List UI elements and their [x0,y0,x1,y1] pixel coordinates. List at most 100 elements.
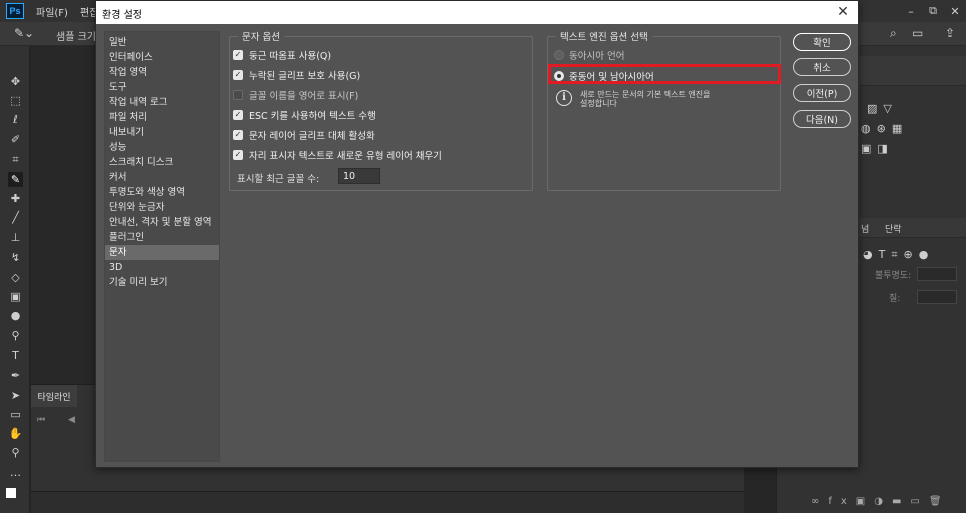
hand-tool-icon[interactable]: ✋ [8,426,23,441]
checkbox-box[interactable]: ✓ [233,110,243,120]
category-item[interactable]: 작업 영역 [105,65,219,80]
checkbox-label: 문자 레이어 글리프 대체 활성화 [249,131,375,142]
checkbox-placeholder-text[interactable]: ✓ 자리 표시자 텍스트로 새로운 유형 레이어 채우기 [233,148,442,162]
category-item[interactable]: 성능 [105,140,219,155]
minimize-icon[interactable]: – [900,0,922,22]
search-icon[interactable]: ⌕ [890,26,897,41]
dialog-title: 환경 설정 [102,10,142,21]
radio-button[interactable] [554,50,564,60]
checkbox-label: 자리 표시자 텍스트로 새로운 유형 레이어 채우기 [249,151,442,162]
fill-label: 칠: [889,294,901,304]
checkbox-font-names-english[interactable]: 글꼴 이름을 영어로 표시(F) [233,88,358,102]
share-icon[interactable]: ⇪ [945,26,955,40]
adjustment-icons-row1[interactable]: ▨▽ [867,102,898,115]
more-tools-icon[interactable]: … [8,465,23,480]
gradient-tool-icon[interactable]: ▣ [8,289,23,304]
checkbox-box[interactable]: ✓ [233,150,243,160]
category-item[interactable]: 투명도와 색상 영역 [105,185,219,200]
photoshop-logo: Ps [6,3,24,19]
timeline-footer [31,491,744,513]
eyedropper-tool-icon[interactable]: ✎ [8,172,23,187]
radio-east-asian[interactable]: 동아시아 언어 [554,48,624,62]
category-item[interactable]: 단위와 눈금자 [105,200,219,215]
layer-filter-icons[interactable]: ◕T⌗⊕● [863,248,934,262]
tab-timeline[interactable]: 타임라인 [31,385,77,407]
category-item[interactable]: 일반 [105,35,219,50]
category-item[interactable]: 플러그인 [105,230,219,245]
text-engine-legend: 텍스트 엔진 옵션 선택 [560,32,648,43]
prev-button[interactable]: 이전(P) [793,84,851,102]
menu-file[interactable]: 파일(F) [36,4,68,19]
category-item[interactable]: 파일 처리 [105,110,219,125]
tools-panel: ✥ ⬚ ℓ ✐ ⌗ ✎ ✚ ╱ ⊥ ↯ ◇ ▣ ● ⚲ T ✒ ➤ ▭ ✋ ⚲ … [0,46,30,513]
category-item[interactable]: 내보내기 [105,125,219,140]
radio-label: 동아시아 언어 [569,51,625,62]
recent-fonts-label: 표시할 최근 글꼴 수: [237,174,320,185]
checkbox-box[interactable] [233,90,243,100]
path-select-tool-icon[interactable]: ➤ [8,388,23,403]
blur-tool-icon[interactable]: ● [8,308,23,323]
checkbox-box[interactable]: ✓ [233,70,243,80]
crop-tool-icon[interactable]: ⌗ [8,152,23,167]
restore-icon[interactable]: ⧉ [922,0,944,22]
cancel-button[interactable]: 취소 [793,58,851,76]
foreground-color-swatch[interactable] [6,488,16,498]
dodge-tool-icon[interactable]: ⚲ [8,328,23,343]
info-icon: i [556,90,572,106]
recent-fonts-input[interactable] [338,168,380,184]
checkbox-label: 글꼴 이름을 영어로 표시(F) [249,91,359,102]
brush-tool-icon[interactable]: ╱ [8,210,23,225]
fill-field[interactable] [917,290,957,304]
zoom-tool-icon[interactable]: ⚲ [8,445,23,460]
workspace-icon[interactable]: ▭ [912,26,923,40]
window-controls: – ⧉ ✕ [900,0,966,22]
checkbox-glyph-alternates[interactable]: ✓ 문자 레이어 글리프 대체 활성화 [233,128,375,142]
marquee-tool-icon[interactable]: ⬚ [8,93,23,108]
eraser-tool-icon[interactable]: ◇ [8,270,23,285]
checkbox-esc-commit-text[interactable]: ✓ ESC 키를 사용하여 텍스트 수행 [233,108,376,122]
lasso-tool-icon[interactable]: ℓ [8,112,23,127]
checkbox-box[interactable]: ✓ [233,130,243,140]
category-item[interactable]: 문자 [105,245,219,260]
close-icon[interactable]: ✕ [834,3,852,21]
category-item[interactable]: 도구 [105,80,219,95]
text-engine-info: 새로 만드는 문서의 기본 텍스트 엔진을 설정합니다 [580,90,711,108]
highlight-annotation-box [548,64,781,84]
category-item[interactable]: 스크래치 디스크 [105,155,219,170]
preferences-category-list: 일반 인터페이스 작업 영역 도구 작업 내역 로그 파일 처리 내보내기 성능 스크래치 디스… [104,31,220,462]
move-tool-icon[interactable]: ✥ [8,74,23,89]
checkbox-label: 누락된 글리프 보호 사용(G) [249,71,361,82]
adjustment-icons-row2[interactable]: ◍⊛▦ [861,122,908,135]
category-item[interactable]: 커서 [105,170,219,185]
category-item[interactable]: 안내선, 격자 및 분할 영역 [105,215,219,230]
category-item[interactable]: 3D [105,260,219,275]
next-button[interactable]: 다음(N) [793,110,851,128]
checkbox-label: 둥근 따옴표 사용(Q) [249,51,332,62]
category-item[interactable]: 작업 내역 로그 [105,95,219,110]
preferences-dialog: 환경 설정 ✕ 일반 인터페이스 작업 영역 도구 작업 내역 로그 파일 처리 내보내기 성… [95,0,859,468]
ok-button[interactable]: 확인 [793,33,851,51]
text-options-legend: 문자 옵션 [242,32,280,43]
checkbox-smart-quotes[interactable]: ✓ 둥근 따옴표 사용(Q) [233,48,331,62]
close-app-icon[interactable]: ✕ [944,0,966,22]
sample-size-label: 샘플 크기 [56,32,96,43]
opacity-field[interactable] [917,267,957,281]
tab-paragraph[interactable]: 단락 [885,222,902,235]
checkbox-box[interactable]: ✓ [233,50,243,60]
dialog-titlebar: 환경 설정 ✕ [96,1,858,24]
opacity-label: 불투명도: [875,271,912,281]
quick-select-tool-icon[interactable]: ✐ [8,132,23,147]
layers-footer-icons[interactable]: ∞fx▣◑▬▭🗑 [811,496,951,507]
type-tool-icon[interactable]: T [8,348,23,363]
eyedropper-icon[interactable]: ✎⌄ [14,26,34,40]
adjustment-icons-row3[interactable]: ▣◨ [861,142,894,155]
checkbox-missing-glyph-protection[interactable]: ✓ 누락된 글리프 보호 사용(G) [233,68,360,82]
shape-tool-icon[interactable]: ▭ [8,407,23,422]
pen-tool-icon[interactable]: ✒ [8,368,23,383]
tab-layers[interactable]: 넘 [861,222,869,235]
history-brush-tool-icon[interactable]: ↯ [8,250,23,265]
category-item[interactable]: 인터페이스 [105,50,219,65]
stamp-tool-icon[interactable]: ⊥ [8,230,23,245]
category-item[interactable]: 기술 미리 보기 [105,275,219,290]
healing-tool-icon[interactable]: ✚ [8,191,23,206]
